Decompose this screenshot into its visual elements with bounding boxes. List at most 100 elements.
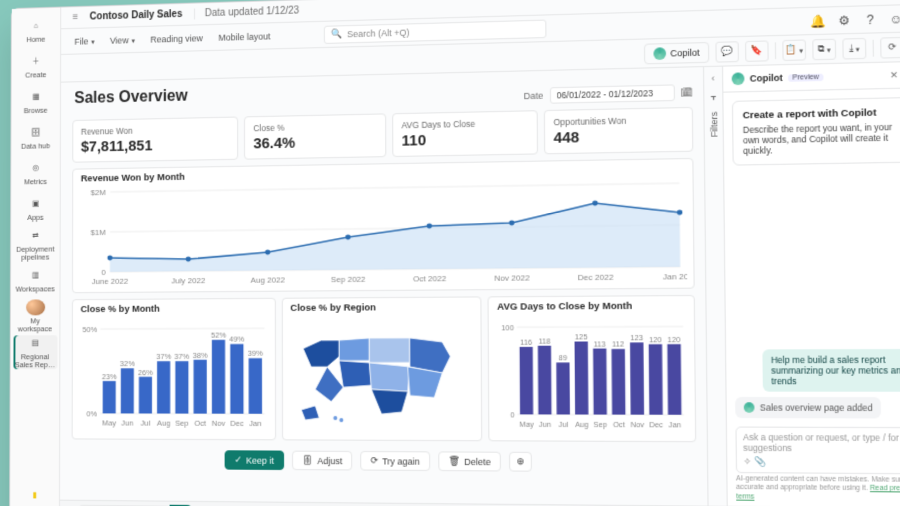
svg-text:Jul: Jul	[141, 419, 151, 428]
chart-close-region[interactable]: Close % by Region	[281, 296, 482, 441]
rail-apps[interactable]: ▣Apps	[13, 192, 57, 226]
svg-text:Nov: Nov	[212, 419, 226, 428]
trash-icon: 🗑	[448, 456, 460, 467]
copilot-icon	[732, 72, 745, 85]
comment-button[interactable]: 💬	[715, 41, 739, 62]
svg-text:0%: 0%	[86, 409, 97, 418]
adjust-button[interactable]: 🎚Adjust	[292, 451, 353, 471]
refresh-button[interactable]: ⟳	[880, 36, 900, 58]
try-again-button[interactable]: ⟳Try again	[360, 451, 430, 471]
svg-text:39%: 39%	[248, 349, 264, 358]
rail-myworkspace[interactable]: My workspace	[13, 299, 57, 333]
kpi-days[interactable]: AVG Days to Close110	[392, 110, 538, 157]
paste-button[interactable]: 📋▾	[782, 39, 806, 61]
svg-text:120: 120	[668, 335, 681, 345]
feedback-icon[interactable]: ☺	[888, 12, 900, 27]
copilot-disclaimer: AI-generated content can have mistakes. …	[727, 475, 900, 506]
chart-title: AVG Days to Close by Month	[497, 300, 687, 313]
kpi-close[interactable]: Close %36.4%	[244, 113, 386, 159]
copilot-icon	[653, 47, 666, 60]
powerbi-icon: ▮	[27, 487, 42, 503]
svg-text:Oct: Oct	[194, 419, 207, 428]
kpi-revenue[interactable]: Revenue Won$7,811,851	[72, 117, 238, 163]
nav-toggle-icon[interactable]: ≡	[73, 12, 79, 23]
system-message: Sales overview page added	[735, 396, 881, 418]
svg-text:23%: 23%	[102, 372, 117, 381]
copilot-hero: Create a report with Copilot Describe th…	[732, 97, 900, 166]
search-placeholder: Search (Alt +Q)	[347, 27, 409, 39]
svg-text:125: 125	[575, 332, 588, 342]
bell-icon[interactable]: 🔔	[811, 14, 826, 29]
menu-reading[interactable]: Reading view	[148, 30, 204, 47]
chart-revenue-month[interactable]: Revenue Won by Month 0$1M$2MJune 2022Jul…	[72, 158, 695, 293]
chevron-down-icon: ▾	[131, 37, 134, 45]
menu-file[interactable]: File▾	[73, 33, 97, 49]
svg-text:Dec: Dec	[650, 420, 664, 430]
copy-button[interactable]: ⧉▾	[812, 38, 836, 60]
metrics-icon: ◎	[28, 160, 43, 176]
copilot-icon	[744, 402, 755, 413]
svg-text:Oct: Oct	[613, 420, 625, 430]
more-actions-button[interactable]: ⊕	[509, 452, 531, 472]
svg-text:37%: 37%	[156, 352, 171, 361]
svg-text:116: 116	[520, 337, 532, 347]
svg-text:Dec: Dec	[230, 419, 244, 428]
workspaces-icon: ▥	[28, 268, 43, 284]
chart-days-month[interactable]: AVG Days to Close by Month 0100116May118…	[488, 295, 696, 442]
close-icon[interactable]: ✕	[890, 69, 898, 81]
copilot-button[interactable]: Copilot	[644, 41, 709, 63]
sliders-icon: 🎚	[302, 455, 313, 466]
rail-home[interactable]: ⌂Home	[14, 14, 58, 49]
svg-text:Sep 2022: Sep 2022	[331, 275, 366, 284]
rail-current-report[interactable]: ▤Regional Sales Rep…	[13, 335, 57, 369]
copilot-title: Copilot	[750, 73, 783, 84]
pipeline-icon: ⇄	[28, 228, 43, 244]
more-icon: ⊕	[517, 456, 525, 468]
global-search[interactable]: 🔍 Search (Alt +Q)	[324, 19, 547, 43]
date-range-input[interactable]	[549, 84, 674, 103]
rail-create[interactable]: ＋Create	[14, 49, 58, 84]
svg-text:Jun: Jun	[121, 419, 133, 428]
apps-icon: ▣	[28, 196, 43, 212]
copilot-input[interactable]: Ask a question or request, or type / for…	[735, 426, 900, 474]
bookmark-button[interactable]: 🔖	[745, 40, 769, 61]
svg-text:Jul: Jul	[559, 420, 569, 430]
keep-button[interactable]: ✓Keep it	[225, 450, 284, 470]
svg-text:Nov 2022: Nov 2022	[494, 274, 530, 283]
svg-text:100: 100	[502, 323, 515, 333]
chart-close-month[interactable]: Close % by Month 0%50%23%May32%Jun26%Jul…	[72, 298, 276, 441]
datahub-icon: 🗄	[28, 125, 43, 141]
export-button[interactable]: ⤓▾	[842, 37, 866, 59]
report-icon: ▤	[27, 335, 42, 351]
attach-icon[interactable]: 📎	[754, 456, 766, 467]
sparkle-icon[interactable]: ✧	[743, 456, 751, 467]
svg-text:118: 118	[539, 336, 551, 346]
delete-button[interactable]: 🗑Delete	[438, 451, 501, 471]
rail-browse[interactable]: ▦Browse	[14, 85, 58, 120]
svg-text:$1M: $1M	[91, 228, 106, 237]
svg-text:120: 120	[649, 335, 662, 345]
menu-mobile[interactable]: Mobile layout	[216, 28, 272, 46]
grid-icon: ▦	[28, 89, 43, 105]
svg-text:32%: 32%	[120, 359, 135, 368]
copilot-pane: Copilot Preview ✕ ⋯ Create a report with…	[722, 62, 900, 506]
user-message: Help me build a sales report summarizing…	[762, 348, 900, 391]
help-icon[interactable]: ?	[863, 12, 878, 27]
date-label: Date	[524, 91, 544, 102]
svg-text:113: 113	[594, 339, 606, 349]
rail-datahub[interactable]: 🗄Data hub	[14, 120, 58, 155]
home-icon: ⌂	[28, 18, 43, 34]
rail-workspaces[interactable]: ▥Workspaces	[13, 263, 57, 297]
kpi-opps[interactable]: Opportunities Won448	[544, 107, 693, 154]
rail-deploy[interactable]: ⇄Deployment pipelines	[13, 228, 57, 262]
svg-text:Oct 2022: Oct 2022	[413, 274, 446, 283]
preview-badge: Preview	[788, 73, 823, 81]
menu-view[interactable]: View▾	[108, 32, 137, 49]
calendar-icon[interactable]: 🗓	[681, 87, 693, 99]
main-area: ≡ Contoso Daily Sales Data updated 1/12/…	[60, 0, 900, 506]
gear-icon[interactable]: ⚙	[837, 13, 852, 28]
rail-powerbi[interactable]: ▮Power BI	[12, 483, 56, 506]
svg-text:Jan: Jan	[669, 420, 682, 430]
filters-label: Filters	[708, 112, 719, 138]
rail-metrics[interactable]: ◎Metrics	[14, 156, 58, 190]
